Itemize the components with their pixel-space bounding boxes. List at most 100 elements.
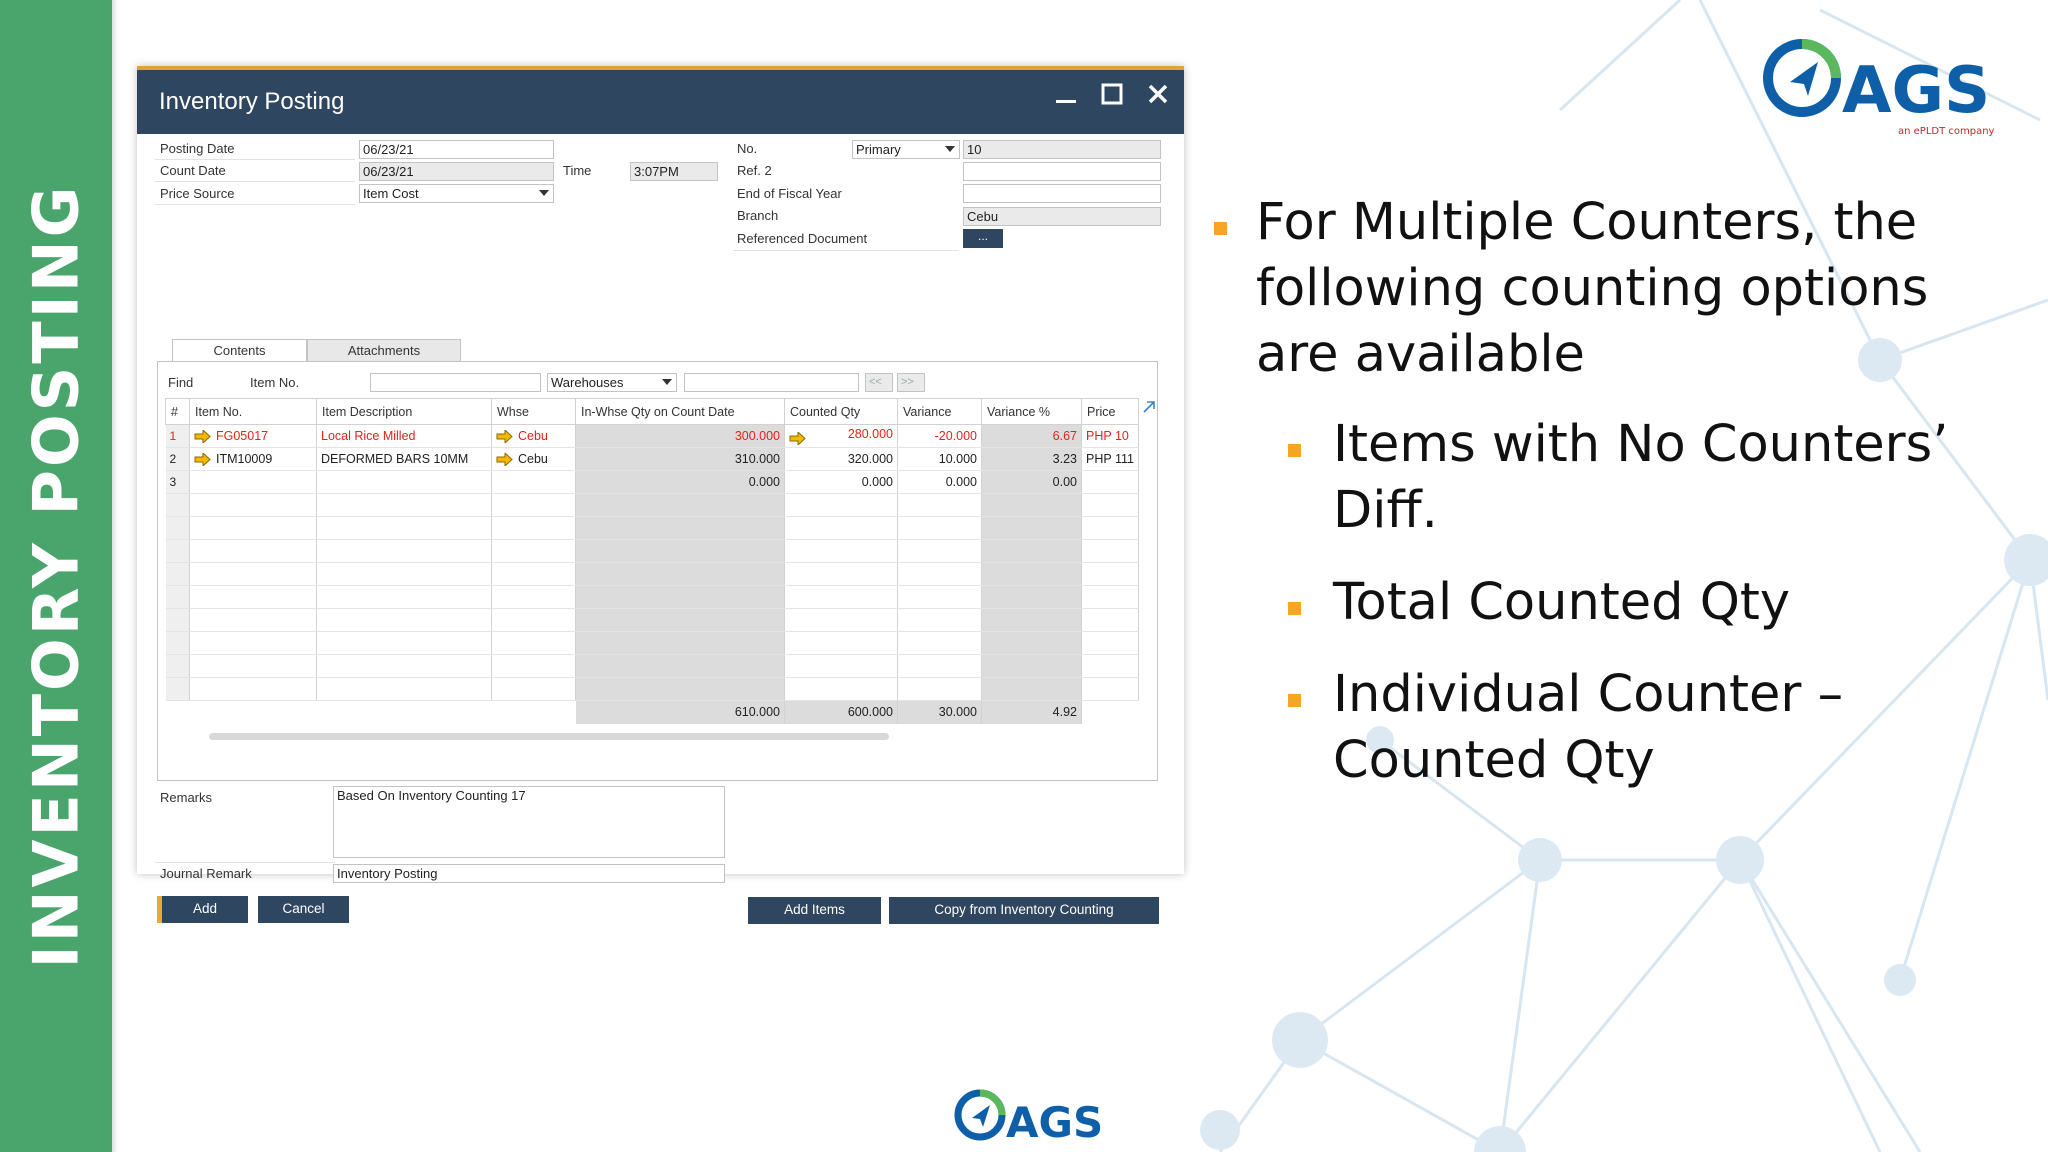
expand-icon[interactable]	[1141, 399, 1157, 415]
separator	[155, 159, 355, 160]
remarks-textarea[interactable]: Based On Inventory Counting 17	[333, 786, 725, 858]
item-no[interactable]	[189, 470, 317, 494]
referenced-document-button[interactable]: ...	[963, 229, 1003, 248]
column-header[interactable]: In-Whse Qty on Count Date	[575, 398, 785, 425]
item-no-cell[interactable]: FG05017	[189, 424, 317, 448]
logo-sub: an ePLDT company	[1898, 126, 1995, 137]
end-fiscal-year-label: End of Fiscal Year	[737, 186, 842, 201]
referenced-document-label: Referenced Document	[737, 231, 868, 246]
warehouses-value: Warehouses	[551, 375, 624, 390]
column-header[interactable]: Whse	[491, 398, 576, 425]
link-arrow-icon[interactable]	[496, 453, 513, 467]
price-source-label: Price Source	[160, 186, 235, 201]
counted-qty[interactable]: 0.000	[784, 470, 898, 494]
empty-row[interactable]	[165, 608, 1139, 632]
copy-from-inventory-counting-button[interactable]: Copy from Inventory Counting	[889, 897, 1159, 924]
total-counted-qty: 600.000	[784, 700, 898, 724]
close-icon[interactable]	[1146, 82, 1170, 106]
minimize-icon[interactable]	[1054, 82, 1078, 106]
link-arrow-icon[interactable]	[789, 432, 806, 445]
separator	[733, 250, 959, 251]
column-header[interactable]: Variance	[897, 398, 982, 425]
column-header[interactable]: Variance %	[981, 398, 1082, 425]
link-arrow-icon[interactable]	[496, 430, 513, 444]
total-variance-pct: 4.92	[981, 700, 1082, 724]
empty-row[interactable]	[165, 493, 1139, 517]
total-variance: 30.000	[897, 700, 982, 724]
price-source-select[interactable]: Item Cost	[359, 184, 554, 203]
column-header[interactable]: Price	[1081, 398, 1139, 425]
find-input[interactable]	[370, 373, 541, 392]
end-fiscal-year-field[interactable]	[963, 184, 1161, 203]
branch-field[interactable]: Cebu	[963, 207, 1161, 226]
series-select[interactable]: Primary	[852, 140, 960, 159]
empty-row[interactable]	[165, 677, 1139, 701]
whse-cell[interactable]: Cebu	[491, 447, 576, 471]
window-titlebar: Inventory Posting	[137, 70, 1184, 134]
posting-date-field[interactable]: 06/23/21	[359, 140, 554, 159]
table-row[interactable]: 3 0.000 0.000 0.000 0.00	[165, 470, 1139, 494]
in-whse-qty: 300.000	[575, 424, 785, 448]
maximize-icon[interactable]	[1100, 82, 1124, 106]
bullet-sub-text: Individual Counter – Counted Qty	[1333, 665, 1844, 790]
table-row[interactable]: 2 ITM10009 DEFORMED BARS 10MM Cebu 310.0…	[165, 447, 1139, 471]
separator	[155, 862, 335, 863]
item-no: ITM10009	[216, 451, 273, 466]
ags-logo-bottom: AGS	[954, 1089, 1102, 1147]
add-items-button[interactable]: Add Items	[748, 897, 881, 924]
window-title: Inventory Posting	[159, 88, 345, 115]
tab-contents[interactable]: Contents	[172, 339, 307, 362]
counted-qty[interactable]: 320.000	[784, 447, 898, 471]
column-header[interactable]: #	[165, 398, 190, 425]
bullet-main: For Multiple Counters, the following cou…	[1206, 190, 1986, 388]
counted-qty-cell[interactable]: 280.000	[784, 424, 898, 448]
warehouse-filter-input[interactable]	[684, 373, 859, 392]
bullet-square-icon	[1288, 444, 1301, 457]
window-body: Posting Date 06/23/21 Count Date 06/23/2…	[137, 134, 1184, 924]
column-header[interactable]: Item No.	[189, 398, 317, 425]
time-field[interactable]: 3:07PM	[630, 162, 718, 181]
side-band-shadow	[112, 0, 118, 1152]
doc-number-field[interactable]: 10	[963, 140, 1161, 159]
horizontal-scrollbar[interactable]	[209, 733, 889, 740]
cancel-button[interactable]: Cancel	[258, 896, 349, 923]
add-button[interactable]: Add	[157, 896, 248, 923]
table-row[interactable]: 1 FG05017 Local Rice Milled Cebu 300.000…	[165, 424, 1139, 448]
prev-button[interactable]: <<	[865, 373, 893, 392]
price-source-value: Item Cost	[363, 186, 419, 201]
link-arrow-icon[interactable]	[194, 430, 211, 444]
variance-pct: 0.00	[981, 470, 1082, 494]
row-number: 1	[165, 424, 190, 448]
link-arrow-icon[interactable]	[194, 453, 211, 467]
item-description	[316, 470, 492, 494]
journal-remark-field[interactable]: Inventory Posting	[333, 864, 725, 883]
column-header[interactable]: Counted Qty	[784, 398, 898, 425]
posting-date-label: Posting Date	[160, 141, 235, 156]
variance: 10.000	[897, 447, 982, 471]
empty-row[interactable]	[165, 585, 1139, 609]
in-whse-qty: 0.000	[575, 470, 785, 494]
journal-remark-label: Journal Remark	[160, 866, 252, 881]
next-button[interactable]: >>	[897, 373, 925, 392]
empty-row[interactable]	[165, 631, 1139, 655]
empty-row[interactable]	[165, 516, 1139, 540]
warehouses-select[interactable]: Warehouses	[547, 373, 677, 392]
chevron-down-icon	[539, 190, 549, 196]
price: PHP 10	[1081, 424, 1139, 448]
tab-attachments[interactable]: Attachments	[307, 339, 461, 362]
no-label: No.	[737, 141, 758, 156]
empty-row[interactable]	[165, 539, 1139, 563]
column-header[interactable]: Item Description	[316, 398, 492, 425]
count-date-field[interactable]: 06/23/21	[359, 162, 554, 181]
bullet-sub: Individual Counter – Counted Qty	[1206, 662, 1986, 794]
branch-label: Branch	[737, 208, 779, 223]
item-no-cell[interactable]: ITM10009	[189, 447, 317, 471]
item-no: FG05017	[216, 428, 269, 443]
ref2-field[interactable]	[963, 162, 1161, 181]
bullet-square-icon	[1214, 222, 1227, 235]
empty-row[interactable]	[165, 654, 1139, 678]
whse-cell[interactable]: Cebu	[491, 424, 576, 448]
whse[interactable]	[491, 470, 576, 494]
count-date-label: Count Date	[160, 163, 226, 178]
empty-row[interactable]	[165, 562, 1139, 586]
